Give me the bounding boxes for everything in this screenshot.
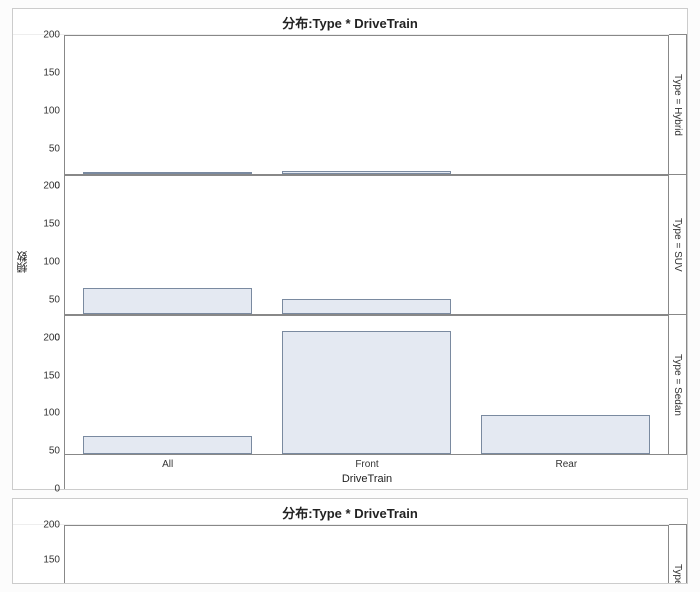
ytick-block-0: 200 150 100 50 0	[33, 35, 65, 186]
ytick-block-2: 200 150 100 50 0	[33, 338, 65, 489]
bar	[282, 331, 451, 454]
ytick: 50	[49, 446, 60, 457]
panel-row-hybrid: Type = Hybrid	[65, 35, 687, 175]
strip-col: Type = SUV	[669, 174, 687, 315]
spacer	[669, 455, 687, 489]
strip-col: Type = Hybrid	[669, 34, 687, 175]
ytick: 100	[43, 408, 60, 419]
chart-card-1: 分布:Type * DriveTrain 頻数 200 150 100 50 0…	[12, 8, 688, 490]
panel-row-sedan: Type = Sedan	[65, 315, 687, 455]
bar	[83, 288, 252, 314]
bar	[282, 171, 451, 174]
strip-label: Type = SUV	[672, 218, 683, 272]
chart-body: 頻数 200 150 100 50 0 200 150 100 50 0 200…	[13, 35, 687, 489]
y-axis-label-col	[13, 525, 33, 584]
y-axis-label-col: 頻数	[13, 35, 33, 489]
x-axis-row: All Front Rear DriveTrain	[65, 455, 687, 489]
xtick: Rear	[555, 459, 577, 470]
strip-label: Type = Sports	[672, 564, 683, 585]
xtick: Front	[355, 459, 378, 470]
ytick: 200	[43, 520, 60, 531]
bar	[83, 436, 252, 454]
plot-col: Type = Sports	[65, 525, 687, 584]
ytick: 100	[43, 105, 60, 116]
xtick: All	[162, 459, 173, 470]
panel-row-sports: Type = Sports	[65, 525, 687, 584]
x-axis-label: DriveTrain	[342, 473, 392, 485]
plot-area	[65, 315, 669, 455]
ytick: 200	[43, 181, 60, 192]
ytick: 200	[43, 30, 60, 41]
bar	[83, 172, 252, 174]
strip-col: Type = Sedan	[669, 314, 687, 455]
plot-col: Type = Hybrid Type = SUV Type = Sedan	[65, 35, 687, 489]
strip-label: Type = Hybrid	[672, 74, 683, 136]
ytick: 150	[43, 67, 60, 78]
chart-body: 200 150 Type = Sports	[13, 525, 687, 584]
ytick: 150	[43, 555, 60, 566]
ytick: 150	[43, 370, 60, 381]
bar	[282, 299, 451, 314]
ytick: 50	[49, 143, 60, 154]
plot-area	[65, 175, 669, 315]
ytick: 50	[49, 294, 60, 305]
y-axis-label: 頻数	[15, 251, 31, 273]
ytick: 100	[43, 257, 60, 268]
strip-label: Type = Sedan	[672, 354, 683, 416]
y-ticks-col: 200 150 100 50 0 200 150 100 50 0 200 15…	[33, 35, 65, 489]
ytick-block-0: 200 150	[33, 525, 65, 584]
panel-row-suv: Type = SUV	[65, 175, 687, 315]
ytick: 150	[43, 219, 60, 230]
chart-title: 分布:Type * DriveTrain	[13, 9, 687, 35]
ytick: 200	[43, 332, 60, 343]
plot-area	[65, 35, 669, 175]
ytick-block-1: 200 150 100 50 0	[33, 186, 65, 337]
x-axis-area: All Front Rear DriveTrain	[65, 455, 669, 489]
chart-card-2: 分布:Type * DriveTrain 200 150 Type = Spor…	[12, 498, 688, 584]
bar	[481, 415, 650, 454]
plot-area	[65, 525, 669, 584]
chart-title: 分布:Type * DriveTrain	[13, 499, 687, 525]
strip-col: Type = Sports	[669, 524, 687, 584]
y-ticks-col: 200 150	[33, 525, 65, 584]
ytick: 0	[54, 483, 60, 494]
